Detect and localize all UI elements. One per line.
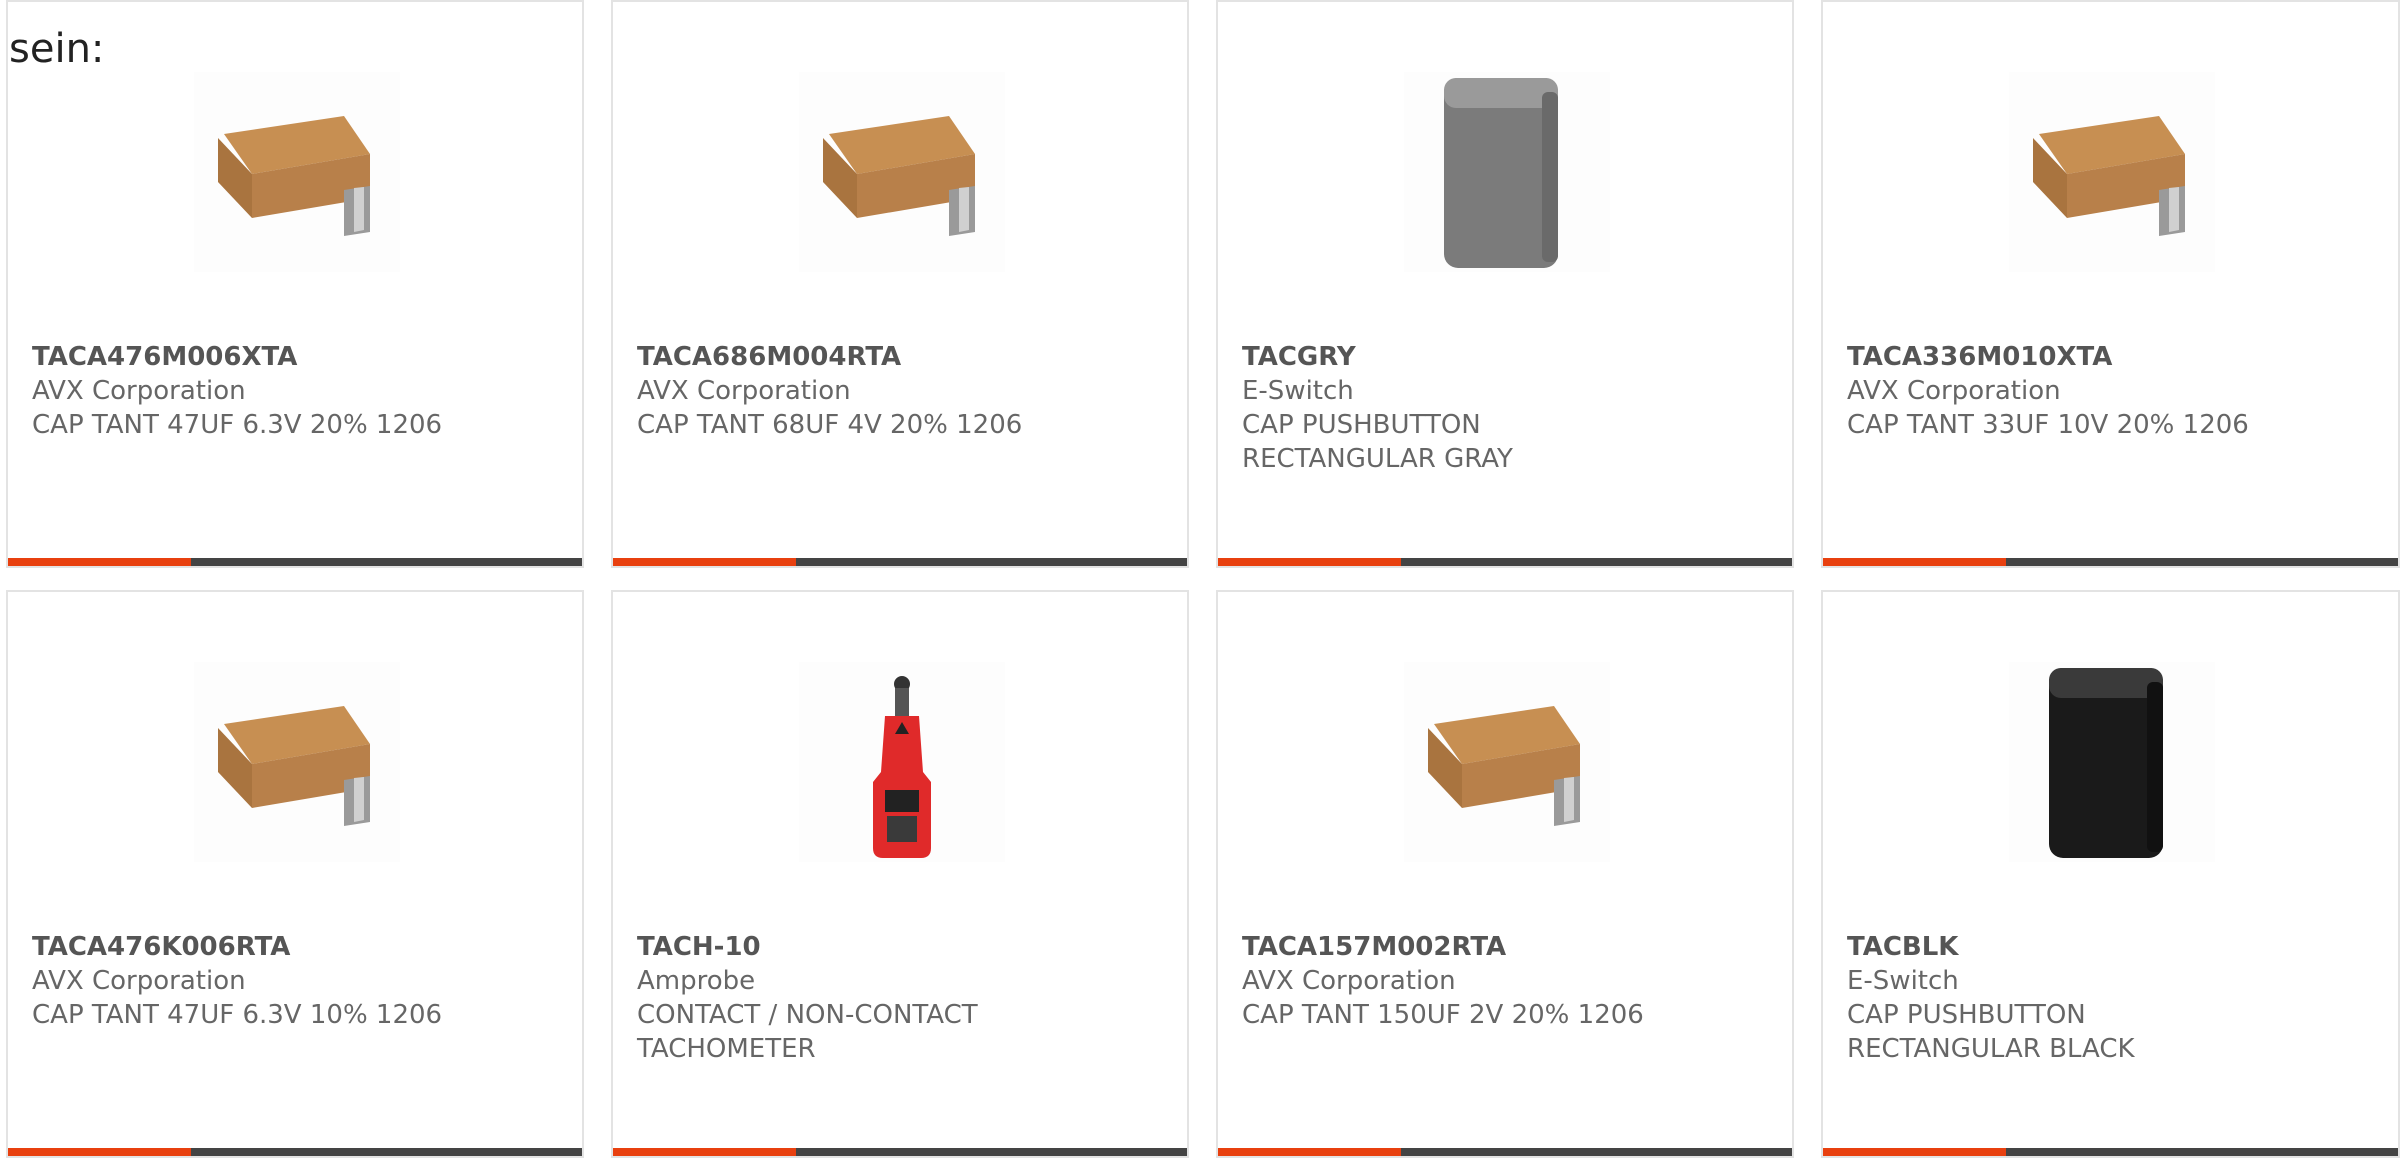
product-card[interactable]: TACA476M006XTA AVX Corporation CAP TANT … xyxy=(6,0,584,568)
manufacturer-label: AVX Corporation xyxy=(32,376,246,406)
part-number-link[interactable]: TACA476M006XTA xyxy=(32,340,566,374)
product-card[interactable]: TACA336M010XTA AVX Corporation CAP TANT … xyxy=(1821,0,2400,568)
manufacturer-label: E-Switch xyxy=(1242,376,1354,406)
description-label: CAP TANT 150UF 2V 20% 1206 xyxy=(1242,1000,1644,1030)
tantalum-capacitor-image[interactable] xyxy=(799,72,1005,272)
manufacturer-label: AVX Corporation xyxy=(637,376,851,406)
part-number-link[interactable]: TACGRY xyxy=(1242,340,1776,374)
part-number-link[interactable]: TACA336M010XTA xyxy=(1847,340,2382,374)
intro-text: sein: xyxy=(9,26,105,72)
description-label: CAP TANT 68UF 4V 20% 1206 xyxy=(637,410,1023,440)
description-label: CAP TANT 47UF 6.3V 20% 1206 xyxy=(32,410,443,440)
description-label: CAP PUSHBUTTON RECTANGULAR BLACK xyxy=(1847,1000,2135,1064)
part-number-link[interactable]: TACBLK xyxy=(1847,930,2382,964)
manufacturer-label: AVX Corporation xyxy=(1847,376,2061,406)
product-card[interactable]: TACBLK E-Switch CAP PUSHBUTTON RECTANGUL… xyxy=(1821,590,2400,1158)
part-number-link[interactable]: TACA686M004RTA xyxy=(637,340,1171,374)
manufacturer-label: AVX Corporation xyxy=(1242,966,1456,996)
card-footer-bar xyxy=(1218,558,1792,566)
description-label: CAP TANT 47UF 6.3V 10% 1206 xyxy=(32,1000,443,1030)
tachometer-image[interactable] xyxy=(799,662,1005,862)
manufacturer-label: Amprobe xyxy=(637,966,756,996)
tantalum-capacitor-image[interactable] xyxy=(2009,72,2215,272)
manufacturer-label: AVX Corporation xyxy=(32,966,246,996)
card-footer-bar xyxy=(613,558,1187,566)
tantalum-capacitor-image[interactable] xyxy=(194,72,400,272)
card-footer-bar xyxy=(8,558,582,566)
tantalum-capacitor-image[interactable] xyxy=(194,662,400,862)
product-card[interactable]: TACH-10 Amprobe CONTACT / NON-CONTACT TA… xyxy=(611,590,1189,1158)
card-footer-bar xyxy=(1823,558,2398,566)
part-number-link[interactable]: TACA476K006RTA xyxy=(32,930,566,964)
product-card[interactable]: TACGRY E-Switch CAP PUSHBUTTON RECTANGUL… xyxy=(1216,0,1794,568)
product-card[interactable]: TACA476K006RTA AVX Corporation CAP TANT … xyxy=(6,590,584,1158)
manufacturer-label: E-Switch xyxy=(1847,966,1959,996)
part-number-link[interactable]: TACA157M002RTA xyxy=(1242,930,1776,964)
black-pushbutton-cap-image[interactable] xyxy=(2009,662,2215,862)
part-number-link[interactable]: TACH-10 xyxy=(637,930,1171,964)
tantalum-capacitor-image[interactable] xyxy=(1404,662,1610,862)
description-label: CONTACT / NON-CONTACT TACHOMETER xyxy=(637,1000,978,1064)
product-card[interactable]: TACA157M002RTA AVX Corporation CAP TANT … xyxy=(1216,590,1794,1158)
description-label: CAP PUSHBUTTON RECTANGULAR GRAY xyxy=(1242,410,1513,474)
product-card[interactable]: TACA686M004RTA AVX Corporation CAP TANT … xyxy=(611,0,1189,568)
gray-pushbutton-cap-image[interactable] xyxy=(1404,72,1610,272)
description-label: CAP TANT 33UF 10V 20% 1206 xyxy=(1847,410,2249,440)
